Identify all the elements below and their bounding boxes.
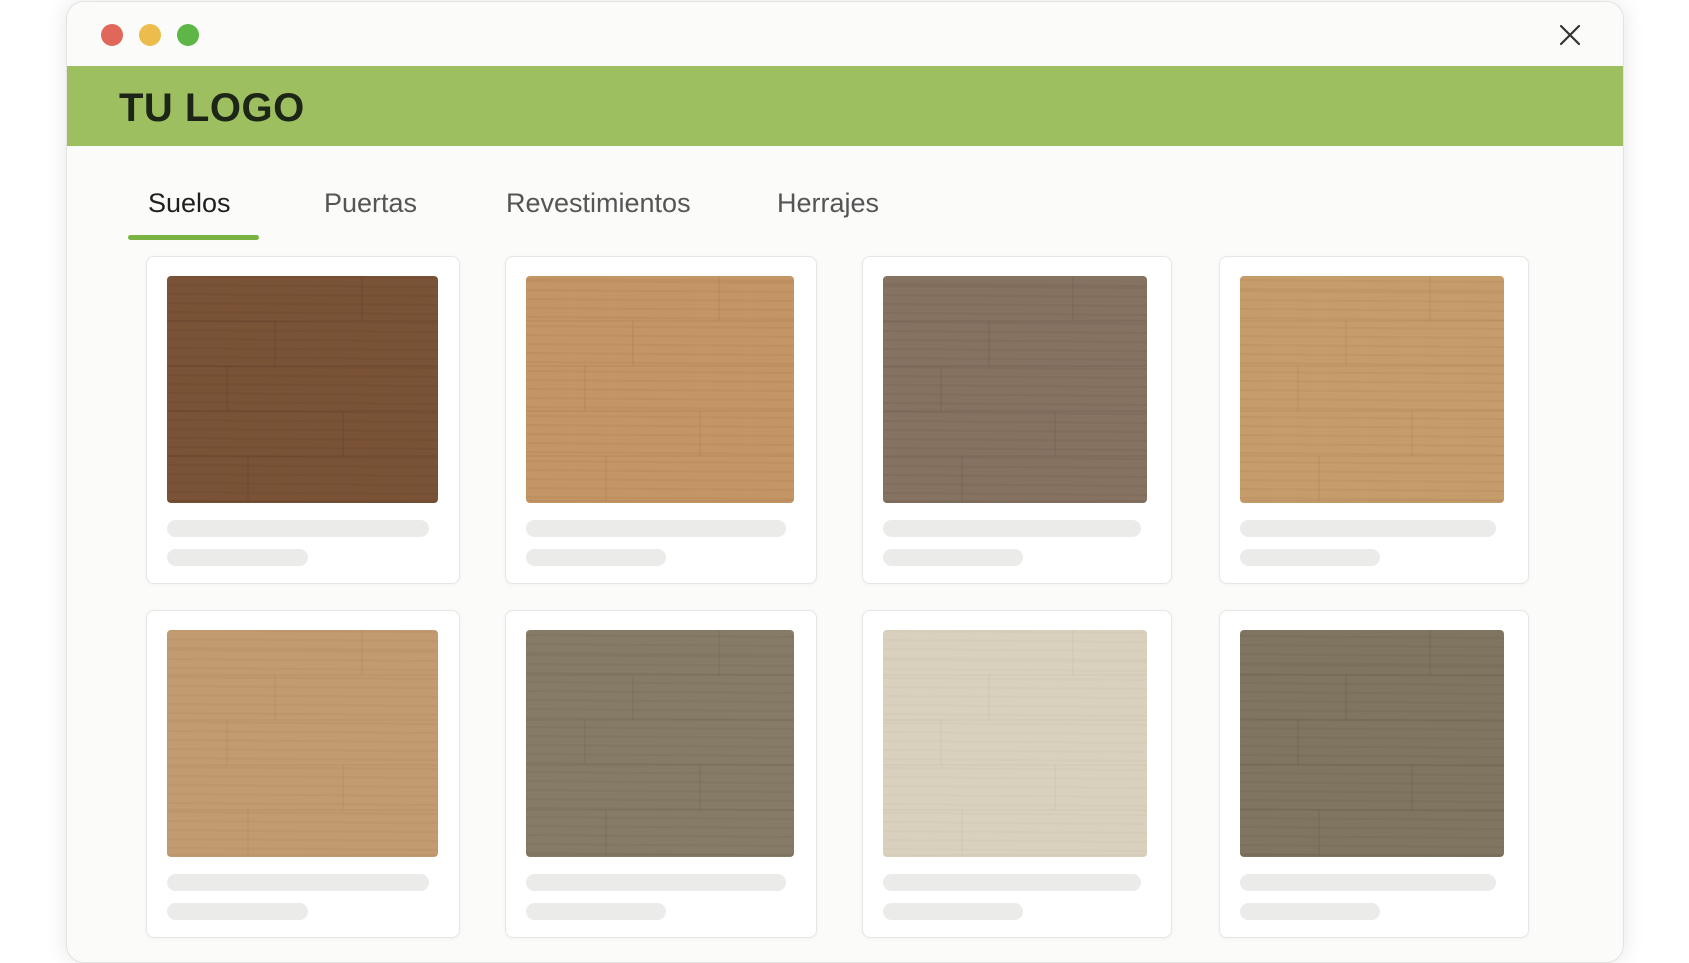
maximize-window-dot[interactable]	[177, 24, 199, 46]
title-bar	[67, 2, 1623, 66]
product-card[interactable]	[1219, 610, 1529, 938]
product-subtitle-placeholder	[526, 903, 666, 920]
product-wood-swatch[interactable]	[883, 630, 1147, 857]
product-title-placeholder	[526, 520, 786, 537]
close-button[interactable]	[1555, 20, 1585, 50]
product-wood-swatch[interactable]	[883, 276, 1147, 503]
tab-revestimientos[interactable]: Revestimientos	[506, 188, 691, 219]
product-title-placeholder	[1240, 874, 1496, 891]
close-window-dot[interactable]	[101, 24, 123, 46]
product-wood-swatch[interactable]	[526, 630, 794, 857]
product-card[interactable]	[146, 610, 460, 938]
product-wood-swatch[interactable]	[1240, 276, 1504, 503]
product-card[interactable]	[146, 256, 460, 584]
product-title-placeholder	[167, 520, 429, 537]
product-subtitle-placeholder	[526, 549, 666, 566]
product-title-placeholder	[167, 874, 429, 891]
product-subtitle-placeholder	[167, 549, 308, 566]
product-wood-swatch[interactable]	[167, 630, 438, 857]
tab-suelos[interactable]: Suelos	[148, 188, 231, 219]
product-title-placeholder	[883, 874, 1141, 891]
product-subtitle-placeholder	[167, 903, 308, 920]
minimize-window-dot[interactable]	[139, 24, 161, 46]
product-wood-swatch[interactable]	[167, 276, 438, 503]
product-subtitle-placeholder	[1240, 903, 1380, 920]
tab-herrajes[interactable]: Herrajes	[777, 188, 879, 219]
product-wood-swatch[interactable]	[1240, 630, 1504, 857]
logo-text[interactable]: TU LOGO	[119, 86, 305, 131]
product-title-placeholder	[526, 874, 786, 891]
category-tabs: Suelos Puertas Revestimientos Herrajes	[67, 172, 1623, 244]
product-subtitle-placeholder	[883, 903, 1023, 920]
tab-puertas[interactable]: Puertas	[324, 188, 417, 219]
product-subtitle-placeholder	[883, 549, 1023, 566]
app-window: TU LOGO Suelos Puertas Revestimientos He…	[66, 1, 1624, 963]
product-wood-swatch[interactable]	[526, 276, 794, 503]
product-title-placeholder	[883, 520, 1141, 537]
product-subtitle-placeholder	[1240, 549, 1380, 566]
product-card[interactable]	[862, 256, 1172, 584]
product-card[interactable]	[505, 256, 817, 584]
active-tab-indicator	[128, 235, 259, 240]
product-card[interactable]	[862, 610, 1172, 938]
close-icon	[1559, 24, 1581, 46]
product-card[interactable]	[505, 610, 817, 938]
product-title-placeholder	[1240, 520, 1496, 537]
brand-header: TU LOGO	[67, 66, 1623, 146]
product-card[interactable]	[1219, 256, 1529, 584]
